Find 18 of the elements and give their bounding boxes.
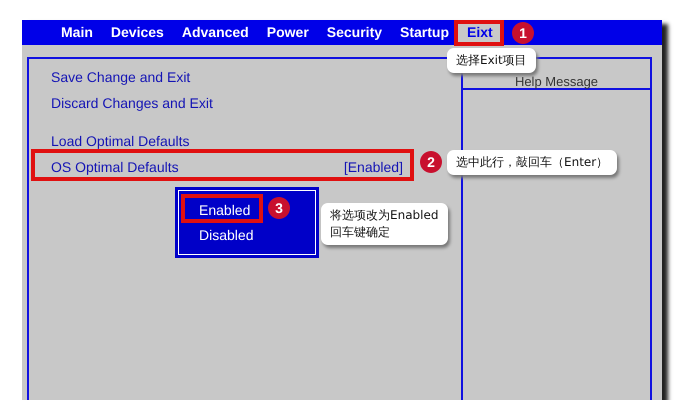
help-title: Help Message [514,74,598,89]
callout-text: 将选项改为Enabled [330,207,438,224]
menu-tab[interactable]: Advanced [172,21,258,44]
menu-option[interactable]: Save Change and Exit [51,67,190,93]
popup-option[interactable]: Enabled [199,202,250,218]
callout-text: 选择Exit项目 [456,52,527,69]
setting-label[interactable]: OS Optimal Defaults [51,157,179,183]
menu-tab[interactable]: Startup [391,21,458,44]
menu-option[interactable]: Load Optimal Defaults [51,131,190,157]
popup-option[interactable]: Disabled [199,227,254,243]
setting-value[interactable]: [Enabled] [344,157,403,183]
callout-text: 选中此行，敲回车（Enter） [456,154,608,171]
callout-text: 回车键确定 [330,224,391,241]
menu-option[interactable]: Discard Changes and Exit [51,93,213,119]
menu-tab[interactable]: Power [258,21,318,44]
menu-tab[interactable]: Devices [102,21,173,44]
menu-tab[interactable]: Main [52,21,102,44]
menu-tab[interactable]: Security [318,21,392,44]
